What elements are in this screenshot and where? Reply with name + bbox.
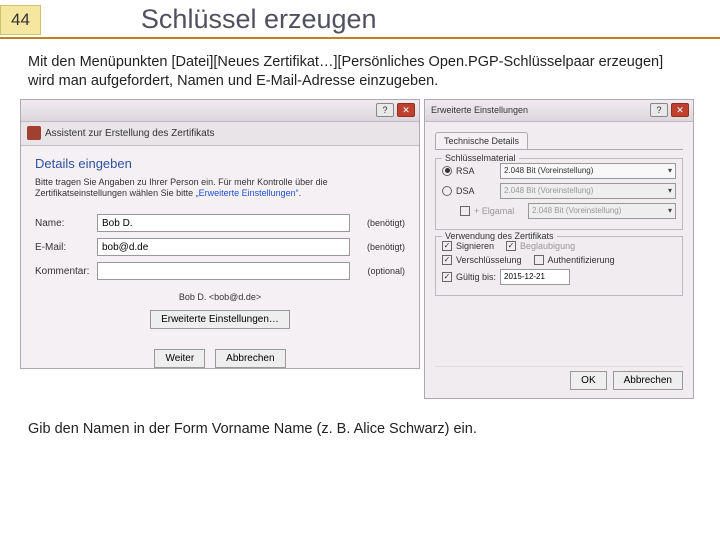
sign-checkbox[interactable]: [442, 241, 452, 251]
toolbar-title: Assistent zur Erstellung des Zertifikats: [45, 128, 215, 139]
group-title: Schlüsselmaterial: [442, 153, 519, 163]
name-req: (benötigt): [350, 218, 405, 228]
adv-link[interactable]: „Erweiterte Einstellungen“: [196, 188, 299, 198]
comment-req: (optional): [350, 266, 405, 276]
next-button[interactable]: Weiter: [154, 349, 205, 368]
chevron-down-icon: ▾: [668, 186, 672, 195]
advanced-window: Erweiterte Einstellungen ? ✕ Technische …: [424, 99, 694, 399]
rsa-label: RSA: [456, 166, 496, 176]
comment-label: Kommentar:: [35, 266, 97, 277]
advanced-button[interactable]: Erweiterte Einstellungen…: [150, 310, 290, 329]
tab-tech[interactable]: Technische Details: [435, 132, 528, 149]
titlebar: ? ✕: [21, 100, 419, 122]
dsa-label: DSA: [456, 186, 496, 196]
chevron-down-icon: ▾: [668, 166, 672, 175]
encrypt-label: Verschlüsselung: [456, 255, 522, 265]
cert-label: Beglaubigung: [520, 241, 575, 251]
auth-checkbox[interactable]: [534, 255, 544, 265]
desc-post: .: [299, 188, 302, 198]
close-button[interactable]: ✕: [671, 103, 689, 117]
help-button[interactable]: ?: [376, 103, 394, 117]
adv-title: Erweiterte Einstellungen: [431, 105, 528, 115]
chevron-down-icon: ▾: [668, 206, 672, 215]
group-title: Verwendung des Zertifikats: [442, 231, 557, 241]
elgamal-checkbox: [460, 206, 470, 216]
dsa-radio[interactable]: [442, 186, 452, 196]
auth-label: Authentifizierung: [548, 255, 615, 265]
elgamal-label: + Elgamal: [474, 206, 524, 216]
rsa-bits-select[interactable]: 2.048 Bit (Voreinstellung)▾: [500, 163, 676, 179]
cert-checkbox[interactable]: [506, 241, 516, 251]
app-icon: [27, 126, 41, 140]
encrypt-checkbox[interactable]: [442, 255, 452, 265]
page-title: Schlüssel erzeugen: [141, 4, 377, 35]
identity-line: Bob D. <bob@d.de>: [35, 292, 405, 302]
help-button[interactable]: ?: [650, 103, 668, 117]
usage-group: Verwendung des Zertifikats Signieren Beg…: [435, 236, 683, 296]
intro-text: Mit den Menüpunkten [Datei][Neues Zertif…: [0, 39, 720, 99]
cancel-button[interactable]: Abbrechen: [613, 371, 683, 390]
toolbar: Assistent zur Erstellung des Zertifikats: [21, 122, 419, 146]
name-input[interactable]: [97, 214, 350, 232]
page-number: 44: [0, 5, 41, 35]
cancel-button[interactable]: Abbrechen: [215, 349, 285, 368]
close-button[interactable]: ✕: [397, 103, 415, 117]
email-req: (benötigt): [350, 242, 405, 252]
key-material-group: Schlüsselmaterial RSA 2.048 Bit (Voreins…: [435, 158, 683, 230]
email-label: E-Mail:: [35, 242, 97, 253]
tab-row: Technische Details: [435, 130, 683, 150]
comment-input[interactable]: [97, 262, 350, 280]
dsa-bits-select: 2.048 Bit (Voreinstellung)▾: [500, 183, 676, 199]
rsa-radio[interactable]: [442, 166, 452, 176]
footer-text: Gib den Namen in der Form Vorname Name (…: [0, 399, 720, 437]
titlebar: Erweiterte Einstellungen ? ✕: [425, 100, 693, 122]
elgamal-bits-select: 2.048 Bit (Voreinstellung)▾: [528, 203, 676, 219]
name-label: Name:: [35, 218, 97, 229]
sign-label: Signieren: [456, 241, 494, 251]
ok-button[interactable]: OK: [570, 371, 606, 390]
section-heading: Details eingeben: [35, 156, 405, 171]
valid-date-input[interactable]: [500, 269, 570, 285]
email-input[interactable]: [97, 238, 350, 256]
valid-checkbox[interactable]: [442, 272, 452, 282]
wizard-window: ? ✕ Assistent zur Erstellung des Zertifi…: [20, 99, 420, 369]
section-desc: Bitte tragen Sie Angaben zu Ihrer Person…: [35, 177, 405, 200]
valid-label: Gültig bis:: [456, 272, 496, 282]
